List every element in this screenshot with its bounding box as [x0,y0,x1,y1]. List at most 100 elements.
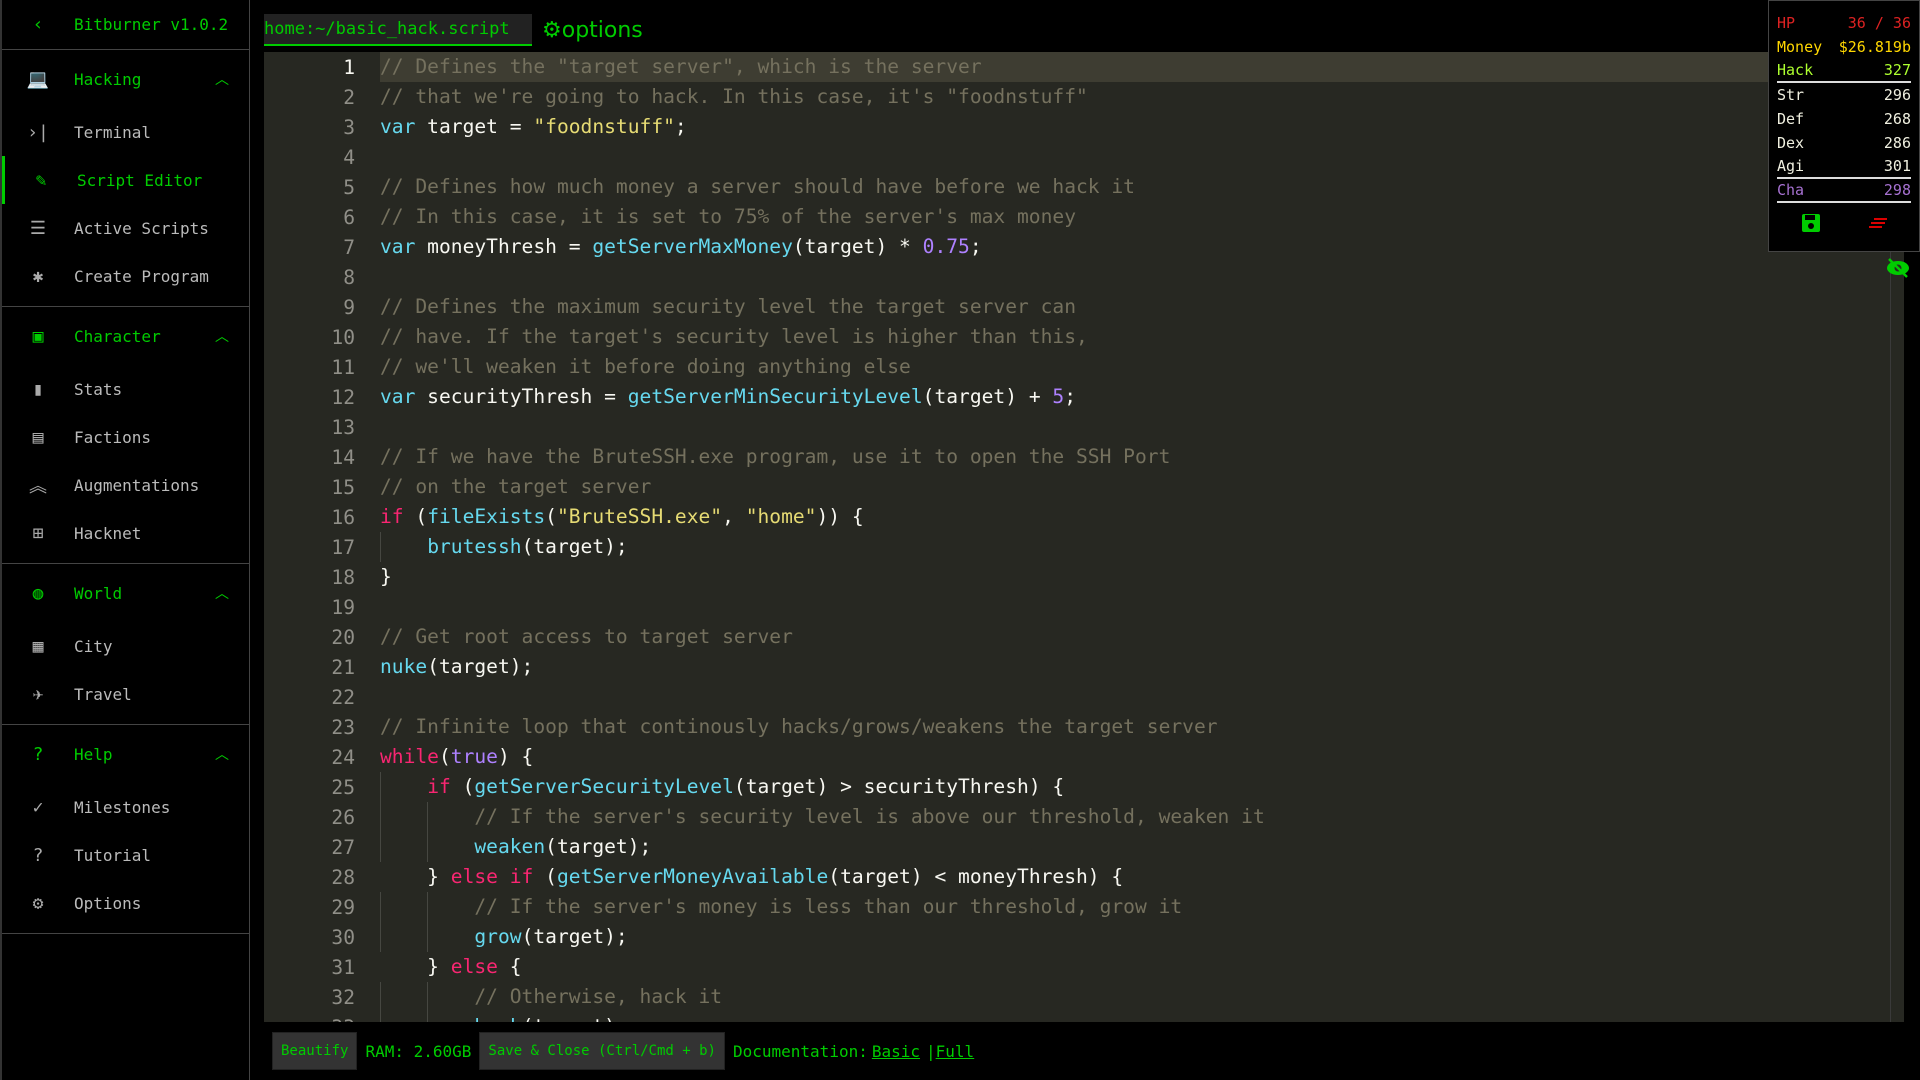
line-number: 32 [331,985,355,1009]
code-line[interactable]: 19 [264,592,1890,622]
keyword-token: while [380,745,439,768]
code-line[interactable]: 16 if (fileExists("BruteSSH.exe", "home")… [264,502,1890,532]
check-icon: ✓ [32,796,44,818]
code-line[interactable]: 3 var target = "foodnstuff"; [264,112,1890,142]
sidebar-item-city[interactable]: ▦ City [2,622,249,670]
sidebar-item-tutorial[interactable]: ? Tutorial [2,831,249,879]
code-line[interactable]: 7 var moneyThresh = getServerMaxMoney(tar… [264,232,1890,262]
code-line[interactable]: 29 // If the server's money is less than… [264,892,1890,922]
code-text: // Defines how much money a server shoul… [380,172,1890,202]
sidebar-item-label: Augmentations [74,475,200,495]
line-number: 28 [331,865,355,889]
beautify-button[interactable]: Beautify [272,1032,358,1070]
kill-all-scripts-icon[interactable] [1868,213,1888,233]
sidebar-item-script-editor[interactable]: ✎ Script Editor [2,156,249,204]
line-number: 9 [343,295,355,319]
sidebar-section-character[interactable]: ▣ Character ︿ [2,307,249,365]
code-line[interactable]: 6 // In this case, it is set to 75% of th… [264,202,1890,232]
sidebar-item-augmentations[interactable]: ︽ Augmentations [2,461,249,509]
stat-label: Cha [1777,181,1805,199]
identifier-token: var [380,115,416,138]
sidebar-group-help: ? Help ︿ ✓ Milestones? Tutorial ⚙ Options [2,725,249,934]
code-line[interactable]: 21 nuke(target); [264,652,1890,682]
sidebar-item-terminal[interactable]: ›| Terminal [2,108,249,156]
code-line[interactable]: 31 } else { [264,952,1890,982]
stat-def: Def 268 [1777,107,1911,131]
code-line[interactable]: 27 weaken(target); [264,832,1890,862]
code-line[interactable]: 1 // Defines the "target server", which i… [264,52,1890,82]
sidebar-section-hacking[interactable]: 💻 Hacking ︿ [2,50,249,108]
code-line[interactable]: 23 // Infinite loop that continously hack… [264,712,1890,742]
stat-label: Agi [1777,157,1805,175]
code-line[interactable]: 18} [264,562,1890,592]
tab-basic-hack-script[interactable]: home:~/basic_hack.script [264,14,532,46]
sidebar-item-create-program[interactable]: ✱ Create Program [2,252,249,300]
code-editor[interactable]: 1 // Defines the "target server", which i… [264,52,1890,1022]
code-line[interactable]: 15 // on the target server [264,472,1890,502]
code-line[interactable]: 24 while(true) { [264,742,1890,772]
code-text: } else if (getServerMoneyAvailable(targe… [380,862,1890,892]
character-overview: HP 36 / 36 Money $26.819b Hack 327 Str 296 D… [1768,0,1920,252]
number-token: 0.75 [922,235,970,258]
code-line[interactable]: 26 // If the server's security level is … [264,802,1890,832]
stat-value: $26.819b [1838,38,1911,56]
code-line[interactable]: 9 // Defines the maximum security level t… [264,292,1890,322]
line-number: 15 [331,475,355,499]
code-line[interactable]: 28 } else if (getServerMoneyAvailable(ta… [264,862,1890,892]
text-token: (target) * [792,235,923,258]
account-box-icon: ▣ [32,325,44,347]
comment-token: // that we're going to hack. In this cas… [380,85,1088,108]
chevron-up-icon[interactable]: ︿ [215,744,229,764]
code-line[interactable]: 11 // we'll weaken it before doing anythi… [264,352,1890,382]
line-number: 27 [331,835,355,859]
collapse-sidebar-icon[interactable]: ‹ [2,14,74,35]
code-line[interactable]: 4 [264,142,1890,172]
sidebar-item-hacknet[interactable]: ⊞ Hacknet [2,509,249,557]
options-button[interactable]: ⚙options [542,18,643,43]
stat-label: Def [1777,110,1805,128]
line-number: 10 [331,325,355,349]
sidebar-item-travel[interactable]: ✈ Travel [2,670,249,718]
doc-full-link[interactable]: Full [936,1042,975,1061]
sidebar-item-active-scripts[interactable]: ☰ Active Scripts [2,204,249,252]
text-token: { [497,955,522,978]
line-number: 18 [331,565,355,589]
code-line[interactable]: 33 hack(target); [264,1012,1890,1022]
code-line[interactable]: 32 // Otherwise, hack it [264,982,1890,1012]
code-line[interactable]: 10 // have. If the target's security leve… [264,322,1890,352]
sidebar-group-hacking: 💻 Hacking ︿ ›| Terminal ✎ Script Editor ☰ Active… [2,50,249,307]
bug-icon: ✱ [32,265,44,287]
line-number: 30 [331,925,355,949]
sidebar-item-options[interactable]: ⚙ Options [2,879,249,927]
doc-basic-link[interactable]: Basic [872,1042,920,1061]
hide-overview-icon[interactable] [1886,258,1910,283]
keyword-token: if [380,505,404,528]
sidebar-item-milestones[interactable]: ✓ Milestones [2,783,249,831]
save-close-button[interactable]: Save & Close (Ctrl/Cmd + b) [479,1032,725,1070]
code-line[interactable]: 5 // Defines how much money a server shou… [264,172,1890,202]
code-line[interactable]: 8 [264,262,1890,292]
save-icon[interactable] [1801,213,1821,233]
code-line[interactable]: 14 // If we have the BruteSSH.exe program… [264,442,1890,472]
sidebar-section-world[interactable]: ◍ World ︿ [2,564,249,622]
code-line[interactable]: 30 grow(target); [264,922,1890,952]
code-line[interactable]: 2 // that we're going to hack. In this ca… [264,82,1890,112]
sidebar-item-factions[interactable]: ▤ Factions [2,413,249,461]
stat-label: Dex [1777,134,1805,152]
chevron-up-icon[interactable]: ︿ [215,583,229,603]
sidebar-item-stats[interactable]: ▮ Stats [2,365,249,413]
sidebar-section-help[interactable]: ? Help ︿ [2,725,249,783]
code-text: hack(target); [380,1012,1890,1022]
chevron-up-icon[interactable]: ︿ [215,69,229,89]
line-number: 6 [343,205,355,229]
code-line[interactable]: 20 // Get root access to target server [264,622,1890,652]
code-line[interactable]: 13 [264,412,1890,442]
code-line[interactable]: 12 var securityThresh = getServerMinSecur… [264,382,1890,412]
string-token: "home" [745,505,817,528]
code-line[interactable]: 22 [264,682,1890,712]
chevron-up-icon[interactable]: ︿ [215,326,229,346]
code-line[interactable]: 25 if (getServerSecurityLevel(target) > … [264,772,1890,802]
code-line[interactable]: 17 brutessh(target); [264,532,1890,562]
line-number: 11 [331,355,355,379]
